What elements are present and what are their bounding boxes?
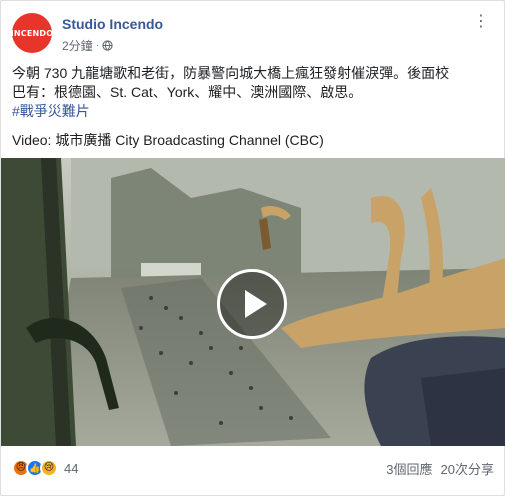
page-name-link[interactable]: Studio Incendo xyxy=(62,16,163,32)
post-timestamp[interactable]: 2分鐘 xyxy=(62,37,93,54)
play-button[interactable] xyxy=(217,269,287,339)
post-header: INCENDO Studio Incendo 2分鐘 · ⋮ xyxy=(10,11,494,55)
reaction-count[interactable]: 44 xyxy=(64,461,78,476)
post-meta: 2分鐘 · xyxy=(62,37,113,54)
post-text-line-1: 今朝 730 九龍塘歌和老街，防暴警向城大橋上瘋狂發射催淚彈。後面校 xyxy=(12,65,450,81)
reactions-summary[interactable]: 😠 👍 😢 44 xyxy=(12,459,78,477)
sad-icon: 😢 xyxy=(40,459,58,477)
more-options-icon[interactable]: ⋮ xyxy=(472,14,490,30)
post-card: INCENDO Studio Incendo 2分鐘 · ⋮ 今朝 730 九龍… xyxy=(0,0,505,496)
post-stats: 3個回應 20次分享 xyxy=(386,459,494,478)
video-caption: Video: 城市廣播 City Broadcasting Channel (C… xyxy=(12,132,324,148)
shares-count[interactable]: 20次分享 xyxy=(441,459,494,478)
play-icon xyxy=(245,290,267,318)
comments-count[interactable]: 3個回應 xyxy=(386,459,432,478)
page-avatar[interactable]: INCENDO xyxy=(10,13,54,53)
avatar-logo-text: INCENDO xyxy=(10,28,54,38)
globe-icon[interactable] xyxy=(102,40,113,51)
hashtag-link[interactable]: #戰爭災難片 xyxy=(12,102,494,121)
post-footer: 😠 👍 😢 44 3個回應 20次分享 xyxy=(12,454,494,482)
post-body: 今朝 730 九龍塘歌和老街，防暴警向城大橋上瘋狂發射催淚彈。後面校 巴有：根德… xyxy=(12,64,494,150)
meta-separator: · xyxy=(95,40,100,51)
post-text-line-2: 巴有：根德園、St. Cat、York、耀中、澳洲國際、啟思。 xyxy=(12,84,363,100)
